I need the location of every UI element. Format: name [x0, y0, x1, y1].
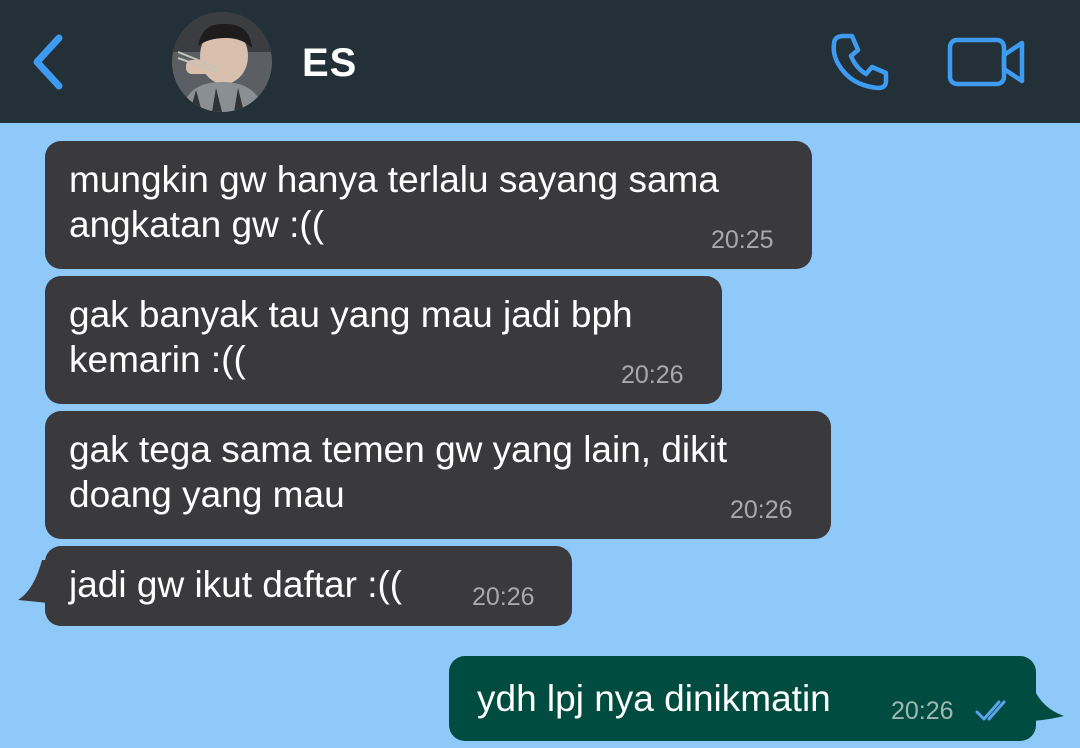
message-time: 20:26	[472, 583, 535, 611]
incoming-message[interactable]: gak tega sama temen gw yang lain, dikit …	[45, 411, 831, 539]
incoming-message[interactable]: mungkin gw hanya terlalu sayang sama ang…	[45, 141, 812, 269]
message-text: jadi gw ikut daftar :((	[69, 564, 403, 605]
incoming-message[interactable]: gak banyak tau yang mau jadi bph kemarin…	[45, 276, 722, 404]
video-camera-icon	[947, 37, 1025, 87]
message-time: 20:26	[730, 496, 793, 524]
message-text: mungkin gw hanya terlalu sayang sama ang…	[69, 159, 719, 245]
message-text: gak tega sama temen gw yang lain, dikit …	[69, 429, 728, 515]
chevron-left-icon	[33, 34, 63, 90]
contact-name[interactable]: ES	[302, 38, 357, 88]
message-time: 20:26	[891, 697, 954, 725]
voice-call-button[interactable]	[826, 30, 892, 94]
avatar[interactable]	[172, 12, 272, 112]
message-text: ydh lpj nya dinikmatin	[477, 678, 831, 719]
phone-icon	[831, 33, 889, 91]
back-button[interactable]	[22, 30, 72, 94]
double-check-icon	[975, 700, 1006, 721]
avatar-photo	[172, 12, 272, 112]
video-call-button[interactable]	[946, 34, 1028, 90]
incoming-message[interactable]: jadi gw ikut daftar :(( 20:26	[45, 546, 572, 626]
message-time: 20:25	[711, 226, 774, 254]
message-time: 20:26	[621, 361, 684, 389]
message-text: gak banyak tau yang mau jadi bph kemarin…	[69, 294, 633, 380]
chat-header: ES	[0, 0, 1080, 123]
outgoing-message[interactable]: ydh lpj nya dinikmatin 20:26	[449, 656, 1036, 741]
